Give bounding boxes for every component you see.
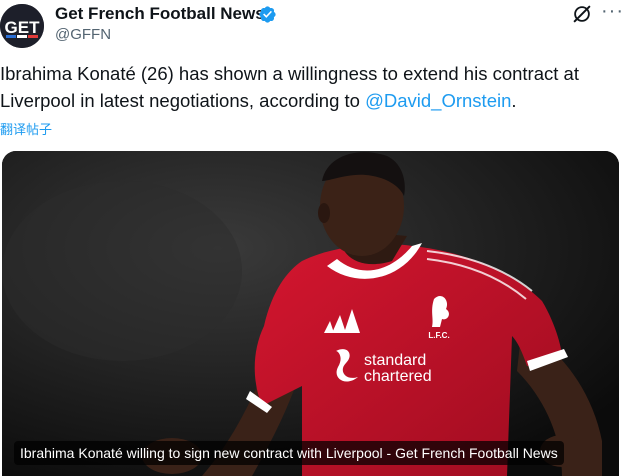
media-caption: Ibrahima Konaté willing to sign new cont… xyxy=(14,441,564,465)
sponsor-line2: chartered xyxy=(364,368,432,385)
tweet-body-end: . xyxy=(511,90,517,111)
avatar-logo-text: GET xyxy=(5,18,41,37)
sponsor-line1: standard xyxy=(364,352,426,369)
account-avatar[interactable]: GET xyxy=(0,4,44,48)
account-handle[interactable]: @GFFN xyxy=(55,26,111,43)
mention-link[interactable]: @David_Ornstein xyxy=(365,90,511,111)
tweet-text: Ibrahima Konaté (26) has shown a willing… xyxy=(0,60,615,114)
verified-badge-icon xyxy=(259,6,276,23)
grok-icon[interactable] xyxy=(571,3,593,25)
tweet-media-image[interactable]: L.F.C. standard chartered Ibrahima Konat… xyxy=(2,151,619,476)
more-options-icon[interactable]: ··· xyxy=(601,0,621,23)
translate-post-link[interactable]: 翻译帖子 xyxy=(0,119,52,138)
tweet-header: GET Get French Football News @GFFN ··· xyxy=(0,0,621,52)
gffn-logo-icon: GET xyxy=(0,4,44,48)
player-photo: L.F.C. standard chartered xyxy=(2,151,619,476)
display-name[interactable]: Get French Football News xyxy=(55,4,265,24)
crest-text: L.F.C. xyxy=(428,331,449,340)
